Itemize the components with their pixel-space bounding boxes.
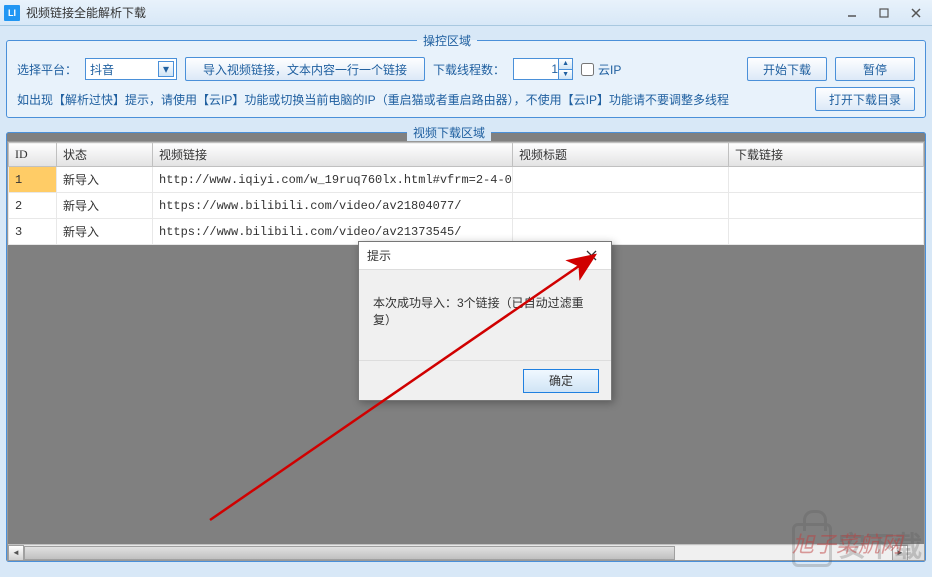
control-legend: 操控区域	[417, 32, 477, 49]
col-title[interactable]: 视频标题	[513, 143, 729, 167]
spinner-up-icon[interactable]: ▲	[558, 59, 572, 70]
cell-id: 2	[9, 193, 57, 219]
cloud-ip-label: 云IP	[598, 61, 621, 78]
table-row[interactable]: 2 新导入 https://www.bilibili.com/video/av2…	[9, 193, 924, 219]
thread-count-input[interactable]: 1 ▲▼	[513, 58, 573, 80]
cell-id: 3	[9, 219, 57, 245]
platform-combobox[interactable]: 抖音 ▾	[85, 58, 177, 80]
table-header-row: ID 状态 视频链接 视频标题 下载链接	[9, 143, 924, 167]
titlebar: LI 视频链接全能解析下载	[0, 0, 932, 26]
col-status[interactable]: 状态	[57, 143, 153, 167]
control-panel: 操控区域 选择平台： 抖音 ▾ 导入视频链接，文本内容一行一个链接 下载线程数：…	[6, 32, 926, 118]
app-icon: LI	[4, 5, 20, 21]
cell-status: 新导入	[57, 193, 153, 219]
cell-dl	[729, 219, 924, 245]
cell-status: 新导入	[57, 219, 153, 245]
cell-id: 1	[9, 167, 57, 193]
cell-status: 新导入	[57, 167, 153, 193]
col-link[interactable]: 视频链接	[153, 143, 513, 167]
cloud-ip-checkbox[interactable]: 云IP	[581, 61, 621, 78]
col-download[interactable]: 下载链接	[729, 143, 924, 167]
pause-button[interactable]: 暂停	[835, 57, 915, 81]
dialog-titlebar: 提示	[359, 242, 611, 270]
cell-dl	[729, 167, 924, 193]
cloud-ip-input[interactable]	[581, 63, 594, 76]
cell-dl	[729, 193, 924, 219]
thread-label: 下载线程数：	[433, 61, 505, 78]
dialog-ok-button[interactable]: 确定	[523, 369, 599, 393]
open-download-dir-button[interactable]: 打开下载目录	[815, 87, 915, 111]
maximize-button[interactable]	[872, 5, 896, 21]
cell-link: https://www.bilibili.com/video/av2180407…	[153, 193, 513, 219]
window-title: 视频链接全能解析下载	[26, 4, 840, 21]
dialog-title: 提示	[367, 247, 391, 264]
close-button[interactable]	[904, 5, 928, 21]
import-links-button[interactable]: 导入视频链接，文本内容一行一个链接	[185, 57, 425, 81]
spinner-down-icon[interactable]: ▼	[558, 70, 572, 80]
cell-title	[513, 167, 729, 193]
cell-title	[513, 193, 729, 219]
hint-text: 如出现【解析过快】提示，请使用【云IP】功能或切换当前电脑的IP（重启猫或者重启…	[17, 91, 805, 108]
download-table: ID 状态 视频链接 视频标题 下载链接 1 新导入 http://www.iq…	[8, 142, 924, 245]
start-download-button[interactable]: 开始下载	[747, 57, 827, 81]
chevron-down-icon: ▾	[158, 61, 174, 77]
col-id[interactable]: ID	[9, 143, 57, 167]
platform-value: 抖音	[90, 61, 114, 78]
thread-count-value: 1	[551, 62, 558, 76]
minimize-button[interactable]	[840, 5, 864, 21]
scroll-track[interactable]	[24, 546, 892, 560]
cell-link: http://www.iqiyi.com/w_19ruq760lx.html#v…	[153, 167, 513, 193]
download-legend: 视频下载区域	[407, 124, 491, 141]
watermark-2: 旭子菜航网	[792, 527, 902, 559]
horizontal-scrollbar[interactable]: ◄ ►	[8, 544, 908, 560]
dialog-close-button[interactable]	[579, 246, 603, 266]
platform-label: 选择平台：	[17, 61, 77, 78]
scroll-left-icon[interactable]: ◄	[8, 545, 24, 561]
message-dialog: 提示 本次成功导入：3个链接（已自动过滤重复） 确定	[358, 241, 612, 401]
dialog-message: 本次成功导入：3个链接（已自动过滤重复）	[359, 270, 611, 338]
scroll-thumb[interactable]	[24, 546, 675, 560]
table-row[interactable]: 1 新导入 http://www.iqiyi.com/w_19ruq760lx.…	[9, 167, 924, 193]
